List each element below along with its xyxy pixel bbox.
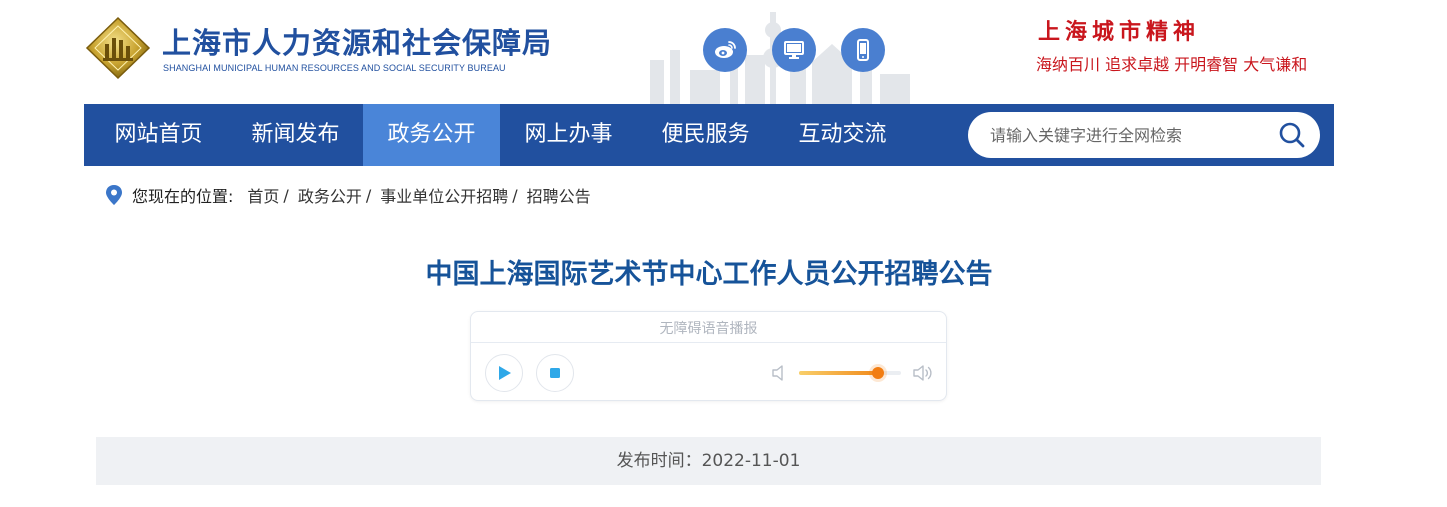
breadcrumb-separator: / xyxy=(283,185,289,205)
search-icon[interactable] xyxy=(1278,121,1306,149)
breadcrumb-government-affairs[interactable]: 政务公开 xyxy=(298,183,362,207)
bureau-emblem-icon xyxy=(85,16,151,80)
desktop-icon xyxy=(784,41,804,59)
site-search xyxy=(968,112,1320,158)
breadcrumb-separator: / xyxy=(365,185,372,205)
breadcrumb: 您现在的位置: 首页 / 政务公开 / 事业单位公开招聘 / 招聘公告 xyxy=(104,182,591,208)
stop-button[interactable] xyxy=(536,354,574,392)
page: 上海市人力资源和社会保障局 SHANGHAI MUNICIPAL HUMAN R… xyxy=(0,0,1447,507)
stop-icon xyxy=(550,368,560,378)
breadcrumb-recruitment[interactable]: 事业单位公开招聘 xyxy=(380,183,508,207)
player-label: 无障碍语音播报 xyxy=(659,321,758,337)
location-pin-icon xyxy=(106,185,122,205)
volume-slider[interactable] xyxy=(799,367,901,379)
breadcrumb-home[interactable]: 首页 xyxy=(247,183,279,207)
search-input[interactable] xyxy=(990,112,1260,158)
mobile-button[interactable] xyxy=(841,28,885,72)
play-icon xyxy=(499,366,511,380)
city-spirit-words: 海纳百川 追求卓越 开明睿智 大气谦和 xyxy=(1036,55,1308,74)
mobile-icon xyxy=(857,39,869,61)
city-spirit-title: 上海城市精神 xyxy=(1038,19,1201,45)
player-progress-line xyxy=(471,342,946,343)
breadcrumb-label: 您现在的位置: xyxy=(132,187,234,206)
nav-item-news[interactable]: 新闻发布 xyxy=(233,104,358,166)
publish-date: 发布时间：2022-11-01 xyxy=(616,451,801,471)
volume-loud-icon[interactable] xyxy=(911,362,933,384)
volume-slider-fill xyxy=(799,371,878,375)
weibo-icon xyxy=(715,41,736,58)
nav-item-interaction[interactable]: 互动交流 xyxy=(780,104,905,166)
bureau-name-en: SHANGHAI MUNICIPAL HUMAN RESOURCES AND S… xyxy=(163,63,506,73)
weibo-button[interactable] xyxy=(703,28,747,72)
volume-mute-icon[interactable] xyxy=(769,362,791,384)
nav-item-public-services[interactable]: 便民服务 xyxy=(643,104,768,166)
site-header: 上海市人力资源和社会保障局 SHANGHAI MUNICIPAL HUMAN R… xyxy=(0,0,1447,104)
desktop-button[interactable] xyxy=(772,28,816,72)
nav-item-government-affairs[interactable]: 政务公开 xyxy=(363,104,500,166)
nav-item-home[interactable]: 网站首页 xyxy=(96,104,221,166)
play-button[interactable] xyxy=(485,354,523,392)
breadcrumb-separator: / xyxy=(512,185,518,205)
breadcrumb-announcement[interactable]: 招聘公告 xyxy=(527,183,591,207)
publish-date-bar: 发布时间：2022-11-01 xyxy=(96,437,1321,485)
article-title: 中国上海国际艺术节中心工作人员公开招聘公告 xyxy=(425,259,993,290)
audio-player: 无障碍语音播报 xyxy=(470,311,947,401)
bureau-name: 上海市人力资源和社会保障局 xyxy=(162,26,553,60)
volume-slider-handle[interactable] xyxy=(871,367,884,379)
main-nav: 网站首页 新闻发布 政务公开 网上办事 便民服务 互动交流 xyxy=(84,104,1334,166)
nav-item-online-services[interactable]: 网上办事 xyxy=(506,104,631,166)
